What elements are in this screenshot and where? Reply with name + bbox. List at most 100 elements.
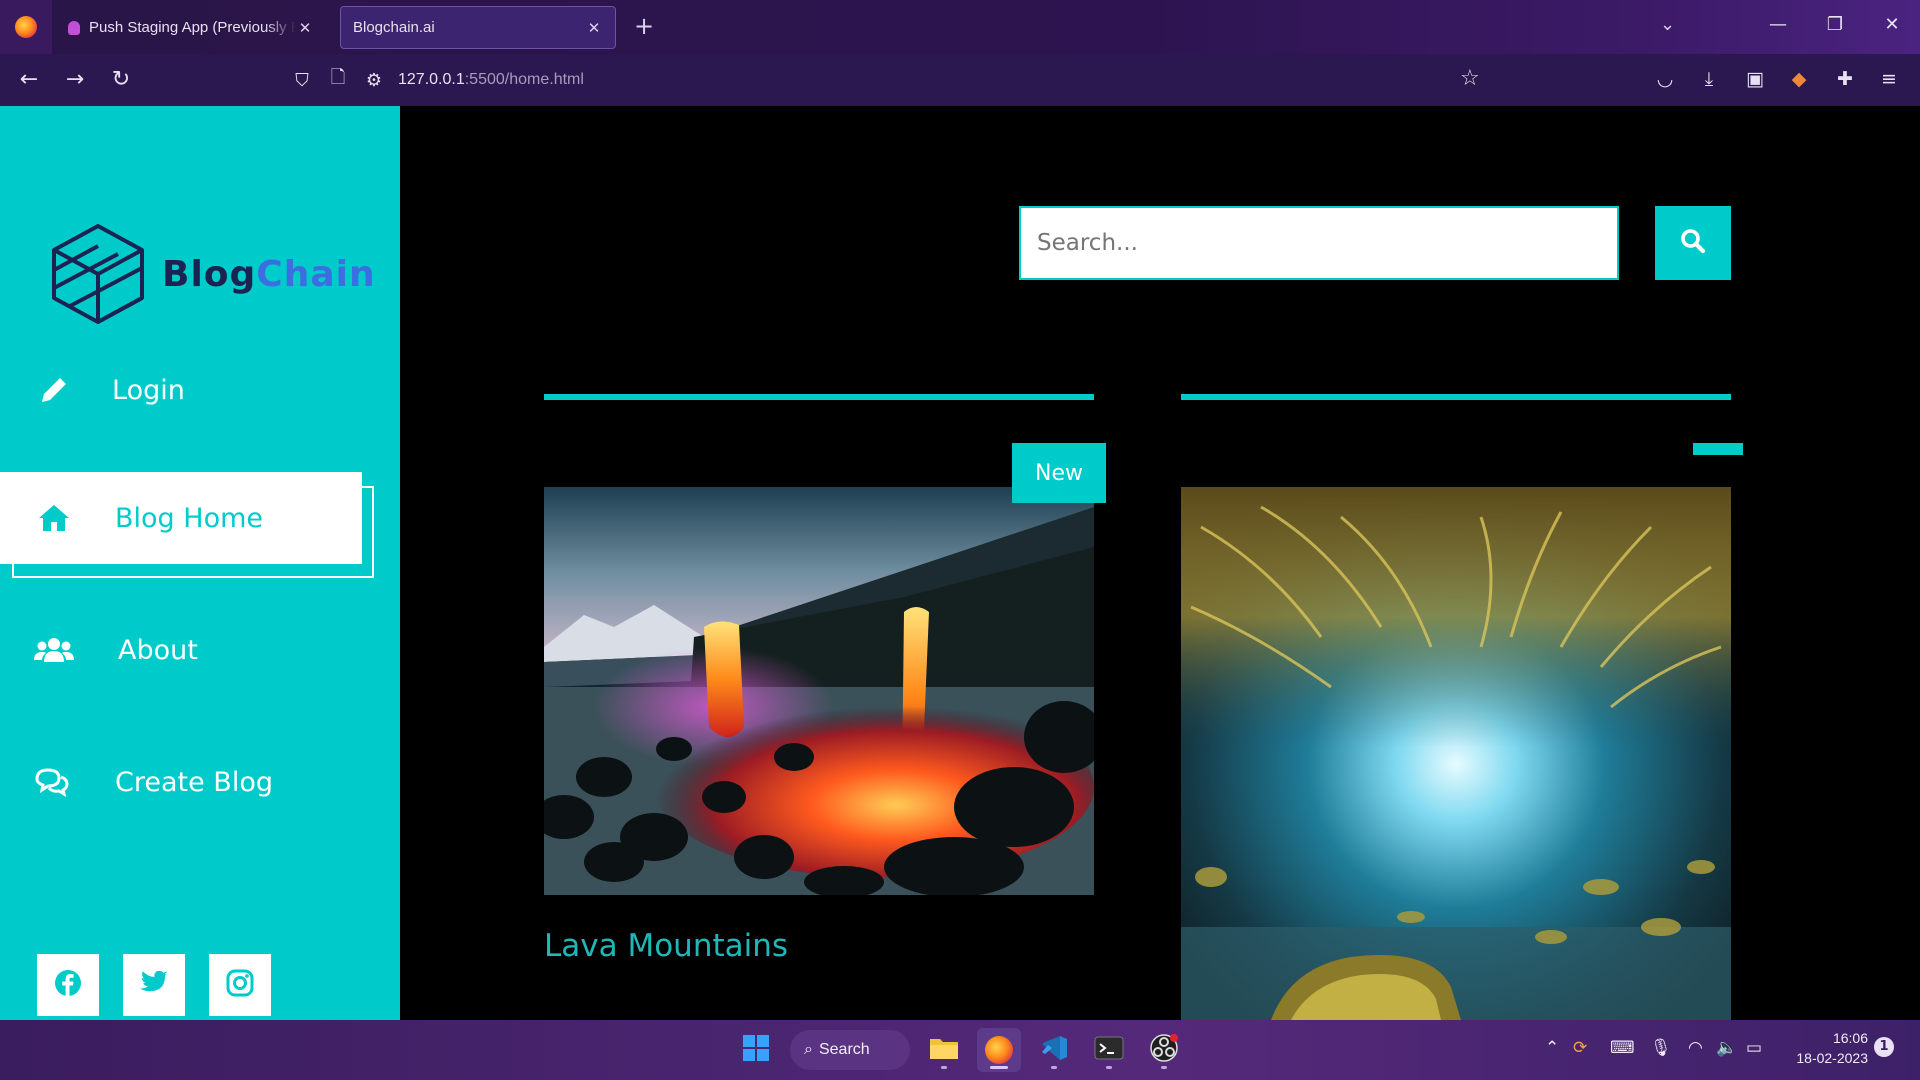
extension-icon[interactable]: ▣: [1742, 68, 1768, 92]
taskbar-search[interactable]: ⌕ Search: [790, 1030, 910, 1070]
microphone-icon[interactable]: 🎙: [1650, 1038, 1672, 1058]
pocket-icon[interactable]: ◡: [1652, 68, 1678, 92]
sidebar-item-login[interactable]: Login: [0, 344, 400, 436]
close-tab-icon[interactable]: ✕: [585, 19, 603, 37]
obs-button[interactable]: [1142, 1028, 1186, 1072]
card-top-bar: [1181, 394, 1731, 400]
volume-icon[interactable]: 🔈: [1716, 1038, 1737, 1058]
extensions-puzzle-icon[interactable]: ✚: [1832, 68, 1858, 92]
new-tab-button[interactable]: +: [630, 12, 658, 40]
back-icon[interactable]: ←: [14, 66, 44, 94]
page-viewport: BlogChain Login Blog Home About Create B…: [0, 106, 1920, 1020]
sidebar-item-label: Login: [112, 374, 185, 406]
taskbar-search-label: Search: [818, 1041, 870, 1058]
sync-icon[interactable]: ⟳: [1573, 1038, 1587, 1058]
brand-logo[interactable]: BlogChain: [50, 220, 375, 328]
running-indicator: [1106, 1066, 1112, 1069]
cube-logo-icon: [52, 224, 144, 324]
card-badge: [1693, 443, 1743, 455]
list-all-tabs-icon[interactable]: ⌄: [1660, 14, 1675, 35]
firefox-taskbar-button[interactable]: [977, 1028, 1021, 1072]
underwater-illustration: [1181, 487, 1731, 1020]
firefox-icon: [985, 1036, 1013, 1064]
terminal-icon: [1094, 1036, 1124, 1064]
bookmark-star-icon[interactable]: ☆: [1460, 66, 1480, 91]
comments-icon: [32, 764, 72, 800]
running-indicator: [941, 1066, 947, 1069]
terminal-button[interactable]: [1087, 1028, 1131, 1072]
reload-icon[interactable]: ↻: [106, 66, 136, 94]
search-icon: [1680, 228, 1706, 258]
close-tab-icon[interactable]: ✕: [296, 19, 314, 37]
card-top-bar: [544, 394, 1094, 400]
clock-time: 16:06: [1832, 1030, 1868, 1046]
running-indicator: [1051, 1066, 1057, 1069]
url-bar[interactable]: ⛉ 🗋 ⚙ 127.0.0.1:5500/home.html: [284, 60, 1524, 100]
brand-name: BlogChain: [162, 254, 376, 295]
taskbar-clock[interactable]: 16:06 18-02-2023: [1780, 1028, 1868, 1068]
lava-mountains-image[interactable]: [544, 487, 1094, 895]
instagram-icon: [226, 969, 254, 1001]
sidebar: BlogChain Login Blog Home About Create B…: [0, 106, 400, 1020]
sidebar-item-create-blog[interactable]: Create Blog: [0, 736, 400, 828]
page-icon: 🗋: [330, 67, 346, 88]
tab-title: Push Staging App (Previously EPNS): [89, 19, 296, 36]
firefox-menu-button[interactable]: [0, 0, 52, 54]
vscode-icon: [1040, 1034, 1068, 1066]
tab-blogchain[interactable]: Blogchain.ai ✕: [340, 6, 616, 49]
post-title[interactable]: Lava Mountains: [544, 928, 788, 964]
twitter-icon: [139, 970, 169, 1000]
clock-date: 18-02-2023: [1796, 1050, 1868, 1066]
twitter-button[interactable]: [123, 954, 185, 1016]
restore-icon[interactable]: ❐: [1815, 14, 1855, 35]
sidebar-item-about[interactable]: About: [0, 604, 400, 696]
windows-taskbar: ⌕ Search ⌃ ⟳ ⌨ 🎙 ◠ 🔈 ▭ 16:06 18-02-2023 …: [0, 1020, 1920, 1080]
lava-landscape-illustration: [544, 487, 1094, 895]
underwater-image[interactable]: [1181, 487, 1731, 1020]
forward-icon[interactable]: →: [60, 66, 90, 94]
minimize-icon[interactable]: —: [1758, 14, 1798, 35]
facebook-button[interactable]: [37, 954, 99, 1016]
notification-badge-icon[interactable]: 1: [1874, 1037, 1894, 1057]
obs-icon: [1149, 1033, 1179, 1067]
new-badge: New: [1012, 443, 1106, 503]
pencil-icon: [34, 372, 74, 408]
wifi-icon[interactable]: ◠: [1688, 1038, 1703, 1058]
browser-tab-strip: Push Staging App (Previously EPNS) ✕ Blo…: [0, 0, 1920, 54]
tab-push-staging[interactable]: Push Staging App (Previously EPNS) ✕: [56, 6, 326, 49]
facebook-icon: [54, 969, 82, 1001]
permissions-icon[interactable]: ⚙: [356, 70, 392, 91]
instagram-button[interactable]: [209, 954, 271, 1016]
search-input[interactable]: [1019, 206, 1619, 280]
sidebar-item-label: About: [118, 634, 198, 666]
metamask-icon[interactable]: ◆: [1786, 68, 1812, 92]
shield-icon[interactable]: ⛉: [284, 70, 320, 91]
show-hidden-icons-icon[interactable]: ⌃: [1545, 1038, 1559, 1058]
main-content: New Lava Mountains: [400, 106, 1920, 1020]
battery-icon[interactable]: ▭: [1746, 1038, 1762, 1058]
firefox-icon: [15, 16, 37, 38]
close-window-icon[interactable]: ✕: [1872, 14, 1912, 35]
url-text[interactable]: 127.0.0.1:5500/home.html: [398, 71, 584, 89]
hamburger-menu-icon[interactable]: ≡: [1876, 68, 1902, 92]
users-icon: [34, 632, 74, 668]
sidebar-item-label: Create Blog: [115, 766, 273, 798]
push-favicon-icon: [68, 20, 80, 35]
start-button[interactable]: [734, 1028, 778, 1072]
running-indicator: [1161, 1066, 1167, 1069]
brand-part-1: Blog: [162, 253, 257, 295]
url-host: 127.0.0.1: [398, 71, 465, 88]
url-path: :5500/home.html: [464, 71, 584, 88]
tab-title: Blogchain.ai: [353, 19, 435, 36]
keyboard-icon[interactable]: ⌨: [1610, 1038, 1635, 1058]
file-explorer-button[interactable]: [922, 1028, 966, 1072]
search-icon: ⌕: [804, 1041, 813, 1058]
brand-part-2: Chain: [256, 253, 376, 295]
active-indicator: [990, 1066, 1008, 1069]
home-icon: [34, 500, 74, 536]
vscode-button[interactable]: [1032, 1028, 1076, 1072]
downloads-icon[interactable]: ⤓: [1696, 68, 1722, 92]
sidebar-item-blog-home[interactable]: Blog Home: [0, 472, 400, 564]
windows-logo-icon: [742, 1034, 770, 1066]
search-button[interactable]: [1655, 206, 1731, 280]
